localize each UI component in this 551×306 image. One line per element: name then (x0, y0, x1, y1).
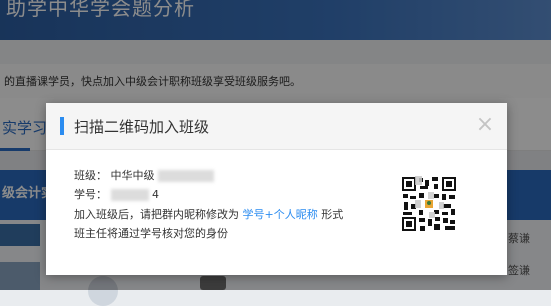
instruction-highlight: 学号+个人昵称 (242, 208, 318, 221)
qr-code-icon (401, 176, 457, 232)
instruction-line-2: 班主任将通过学号核对您的身份 (74, 227, 228, 240)
dialog-title: 扫描二维码加入班级 (74, 118, 210, 136)
title-accent-bar (60, 117, 64, 135)
student-id-info: 学号： 4 (74, 186, 159, 202)
class-value: 中华中级 (110, 169, 155, 182)
instruction-suffix: 形式 (321, 208, 344, 221)
class-label: 班级： (74, 169, 107, 182)
instruction-line-1: 加入班级后，请把群内昵称修改为 学号+个人昵称 形式 (74, 206, 343, 222)
redacted-student-id (110, 189, 149, 201)
class-info: 班级： 中华中级 (74, 167, 214, 183)
instruction-prefix: 加入班级后，请把群内昵称修改为 (74, 208, 239, 221)
dialog-header: 扫描二维码加入班级 × (46, 103, 507, 150)
close-icon[interactable]: × (474, 113, 496, 137)
student-id-label: 学号： (74, 188, 107, 201)
student-id-value: 4 (152, 188, 159, 201)
join-class-dialog: 扫描二维码加入班级 × 班级： 中华中级 学号： 4 加入班级后，请把群内昵称修… (46, 103, 507, 275)
redacted-class-name (158, 170, 214, 182)
